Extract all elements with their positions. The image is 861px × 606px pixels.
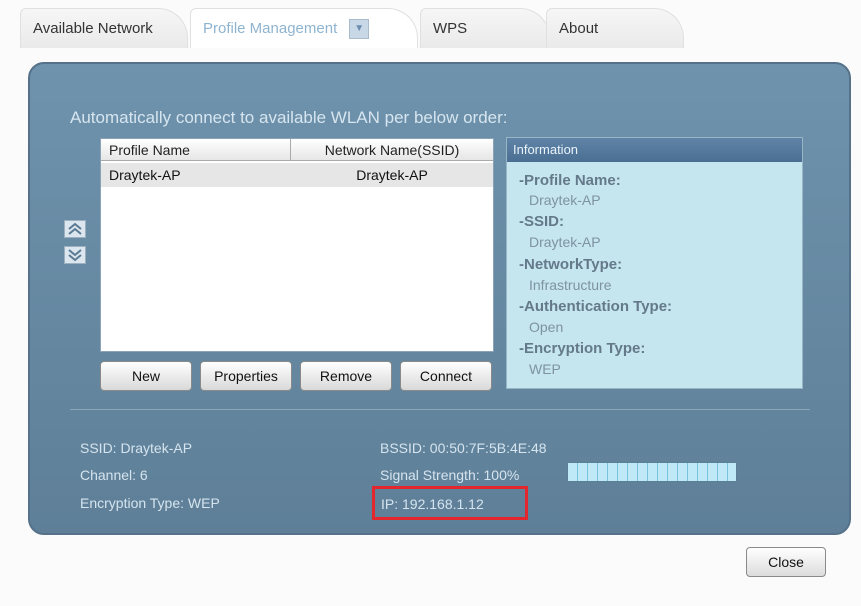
information-title: Information (507, 138, 802, 162)
new-button[interactable]: New (100, 361, 192, 391)
connect-button[interactable]: Connect (400, 361, 492, 391)
tab-about[interactable]: About (546, 8, 684, 48)
move-up-button[interactable] (64, 220, 86, 238)
double-chevron-up-icon (68, 222, 82, 235)
tab-wps-label: WPS (433, 20, 468, 37)
ssid-cell: Draytek-AP (356, 167, 428, 183)
status-signal-label: Signal Strength: 100% (380, 467, 520, 483)
wireless-utility-window: Available Network Profile Management ▼ W… (0, 0, 861, 606)
info-auth-type-label: -Authentication Type: (519, 298, 673, 315)
column-header-ssid[interactable]: Network Name(SSID) (291, 139, 493, 161)
tab-profile-management-label: Profile Management (203, 20, 338, 37)
divider (70, 409, 810, 410)
properties-button[interactable]: Properties (200, 361, 292, 391)
close-button[interactable]: Close (746, 547, 826, 577)
signal-strength-bar (567, 462, 737, 482)
tab-about-label: About (559, 20, 599, 37)
status-ip: IP: 192.168.1.12 (381, 496, 484, 512)
tab-available-network[interactable]: Available Network (20, 8, 188, 48)
profile-list[interactable]: Profile Name Network Name(SSID) Draytek-… (100, 138, 494, 352)
remove-button[interactable]: Remove (300, 361, 392, 391)
info-enc-type-value: WEP (529, 361, 561, 377)
status-bssid: BSSID: 00:50:7F:5B:4E:48 (380, 440, 547, 456)
info-ssid-label: -SSID: (519, 213, 564, 230)
tab-wps[interactable]: WPS (420, 8, 550, 48)
info-ssid-value: Draytek-AP (529, 234, 601, 250)
status-channel: Channel: 6 (80, 467, 148, 483)
info-network-type-value: Infrastructure (529, 277, 612, 293)
signal-strength-fill (568, 463, 736, 481)
dropdown-arrow-icon[interactable]: ▼ (349, 18, 370, 39)
status-ssid: SSID: Draytek-AP (80, 440, 193, 456)
information-panel: Information -Profile Name: Draytek-AP -S… (506, 137, 803, 389)
auto-connect-label: Automatically connect to available WLAN … (70, 108, 508, 127)
info-profile-name-label: -Profile Name: (519, 172, 621, 189)
double-chevron-down-icon (68, 249, 82, 262)
info-auth-type-value: Open (529, 319, 564, 335)
tab-available-network-label: Available Network (33, 20, 153, 37)
profile-management-panel: Automatically connect to available WLAN … (28, 62, 851, 535)
table-row[interactable]: Draytek-AP Draytek-AP (101, 163, 493, 187)
move-down-button[interactable] (64, 246, 86, 264)
column-header-profile-name[interactable]: Profile Name (101, 139, 291, 161)
info-network-type-label: -NetworkType: (519, 256, 623, 273)
status-encryption: Encryption Type: WEP (80, 495, 220, 511)
ip-highlight-box: IP: 192.168.1.12 (372, 486, 528, 520)
tab-profile-management[interactable]: Profile Management ▼ (190, 8, 418, 48)
info-enc-type-label: -Encryption Type: (519, 340, 646, 357)
profile-name-cell: Draytek-AP (109, 167, 181, 183)
info-profile-name-value: Draytek-AP (529, 192, 601, 208)
